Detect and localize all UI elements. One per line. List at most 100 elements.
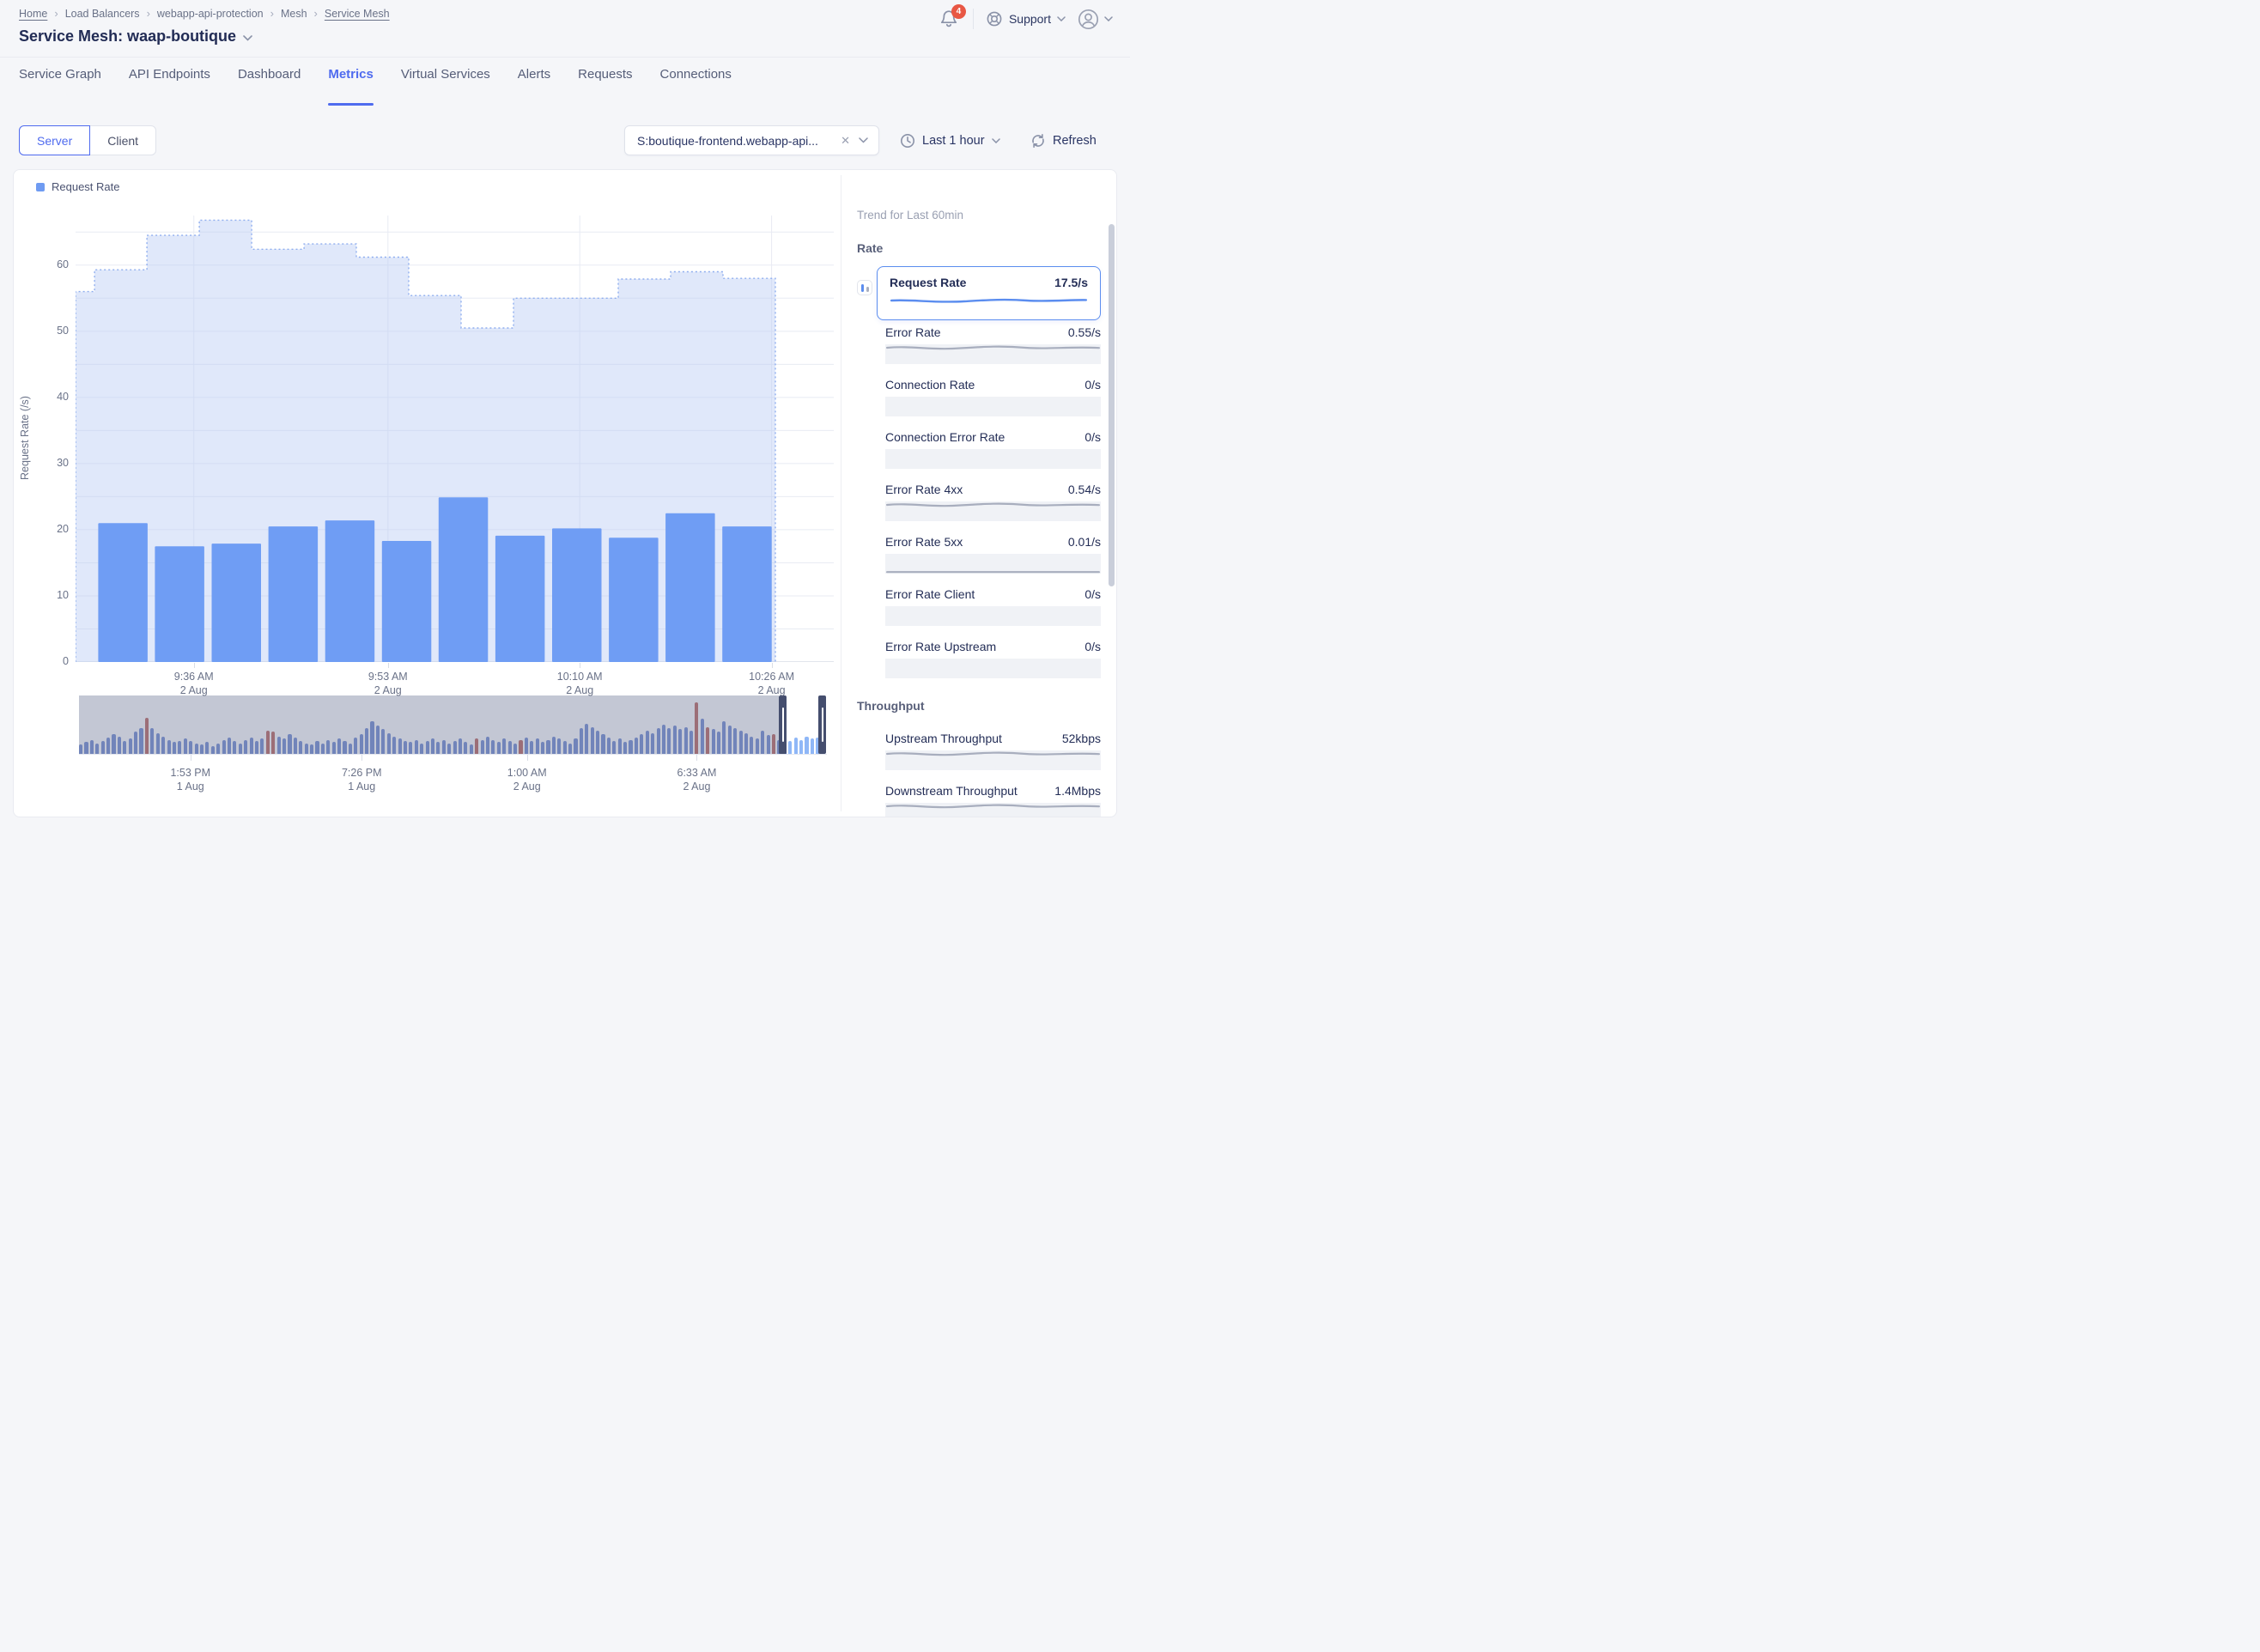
brush-unselected-overlay[interactable] [79,695,779,754]
x-axis-tick-label: 9:53 AM2 Aug [354,670,422,697]
tab-service-graph[interactable]: Service Graph [19,67,101,106]
metric-sparkline [885,604,1101,626]
trend-sidebar: Trend for Last 60min RateRequest Rate17.… [841,170,1117,817]
metric-label: Request Rate [890,276,966,289]
header: Home›Load Balancers›webapp-api-protectio… [0,0,1130,57]
metric-value: 0/s [1084,587,1101,601]
request-rate-bar[interactable] [665,513,715,662]
metric-card-request-rate[interactable]: Request Rate17.5/s [877,266,1101,320]
request-rate-chart[interactable] [76,216,834,662]
service-filter-select[interactable]: S:boutique-frontend.webapp-api... ✕ [624,125,879,155]
metric-label: Error Rate Upstream [885,640,996,653]
request-rate-bar[interactable] [325,520,375,662]
time-chevron-down-icon [992,138,1000,143]
y-axis-tick-label: 20 [39,523,69,535]
refresh-button[interactable]: Refresh [1030,125,1097,155]
refresh-label: Refresh [1053,134,1097,148]
brush-axis-tick [696,755,697,761]
brush-axis-tick-label: 1:00 AM2 Aug [489,766,566,793]
metric-sparkline [885,749,1101,770]
metric-row-request-rate: Request Rate17.5/s [857,266,1101,320]
metric-sparkline [885,343,1101,364]
metric-value: 52kbps [1062,732,1101,745]
metric-row-downstream-throughput[interactable]: Downstream Throughput1.4Mbps [885,784,1101,817]
metric-label: Error Rate [885,325,941,339]
x-axis-tick [194,663,195,668]
lifebuoy-icon [986,10,1003,27]
request-rate-bar[interactable] [382,541,432,662]
metric-row-upstream-throughput[interactable]: Upstream Throughput 52kbps [885,732,1101,770]
server-client-toggle: Server Client [19,125,156,155]
breadcrumb-item[interactable]: Service Mesh [325,8,390,20]
metric-row-error-rate-4xx[interactable]: Error Rate 4xx0.54/s [885,483,1101,521]
metric-row-error-rate-client[interactable]: Error Rate Client0/s [885,587,1101,626]
time-brush-chart[interactable] [79,695,827,754]
bar-chart-icon[interactable] [857,280,872,295]
legend-swatch [36,183,45,191]
metric-label: Downstream Throughput [885,784,1018,798]
toggle-client-button[interactable]: Client [90,125,156,155]
sidebar-scrollbar[interactable] [1109,224,1115,586]
metric-value: 0.01/s [1068,535,1101,549]
request-rate-bar[interactable] [212,544,262,662]
brush-bar-selected [799,740,803,754]
toggle-server-button[interactable]: Server [19,125,90,155]
support-label: Support [1009,12,1051,26]
brush-axis-tick-label: 7:26 PM1 Aug [323,766,400,793]
account-menu[interactable] [1078,9,1113,30]
tab-connections[interactable]: Connections [660,67,732,106]
account-chevron-down-icon [1104,16,1113,21]
tab-dashboard[interactable]: Dashboard [238,67,301,106]
x-axis-tick-label: 9:36 AM2 Aug [160,670,228,697]
notifications-button[interactable]: 4 [939,8,961,30]
metric-label: Upstream Throughput [885,732,1002,745]
request-rate-bar[interactable] [722,526,772,662]
metric-row-error-rate-5xx[interactable]: Error Rate 5xx0.01/s [885,535,1101,574]
tab-api-endpoints[interactable]: API Endpoints [129,67,210,106]
y-axis-title: Request Rate (/s) [19,382,31,494]
brush-handle-right[interactable] [818,695,826,754]
refresh-icon [1030,133,1046,149]
clock-icon [900,133,915,149]
brush-axis-tick-label: 6:33 AM2 Aug [658,766,735,793]
metric-sparkline [885,657,1101,678]
request-rate-bar[interactable] [98,523,147,662]
notification-badge: 4 [951,4,966,19]
tab-alerts[interactable]: Alerts [518,67,550,106]
title-chevron-down-icon[interactable] [243,35,252,41]
metric-value: 0/s [1084,378,1101,392]
request-rate-bar[interactable] [269,526,319,662]
support-menu[interactable]: Support [986,10,1066,27]
request-rate-bar[interactable] [155,546,204,662]
x-axis-tick-label: 10:26 AM2 Aug [738,670,806,697]
metric-row-connection-error-rate[interactable]: Connection Error Rate0/s [885,430,1101,469]
metric-row-error-rate[interactable]: Error Rate 0.55/s [885,325,1101,364]
tab-requests[interactable]: Requests [578,67,632,106]
brush-axis-tick [361,755,362,761]
request-rate-bar[interactable] [439,497,489,662]
tab-bar: Service Graph API Endpoints Dashboard Metri… [19,67,732,106]
request-rate-bar[interactable] [609,538,659,662]
brush-bar-selected [794,738,798,754]
metrics-panel: Request Rate Request Rate (/s) Trend for… [13,169,1117,817]
metric-sparkline [885,801,1101,817]
time-range-select[interactable]: Last 1 hour [900,125,1000,155]
metric-row-error-rate-upstream[interactable]: Error Rate Upstream 0/s [885,640,1101,678]
request-rate-bar[interactable] [552,528,602,662]
breadcrumb-item[interactable]: Mesh [281,8,307,20]
metric-row-connection-rate[interactable]: Connection Rate0/s [885,378,1101,416]
legend-label: Request Rate [52,180,120,193]
breadcrumb-separator: › [314,7,318,20]
metric-sparkline [885,395,1101,416]
brush-handle-left[interactable] [779,695,787,754]
header-bottom-divider [0,57,1130,58]
tab-virtual-services[interactable]: Virtual Services [401,67,490,106]
x-axis-tick [772,663,773,668]
metric-value: 0/s [1084,640,1101,653]
tab-metrics[interactable]: Metrics [328,67,374,106]
y-axis-tick-label: 50 [39,325,69,337]
metric-value: 0.55/s [1068,325,1101,339]
filter-clear-icon[interactable]: ✕ [841,134,850,148]
request-rate-bar[interactable] [495,536,545,662]
y-axis-tick-label: 60 [39,258,69,270]
